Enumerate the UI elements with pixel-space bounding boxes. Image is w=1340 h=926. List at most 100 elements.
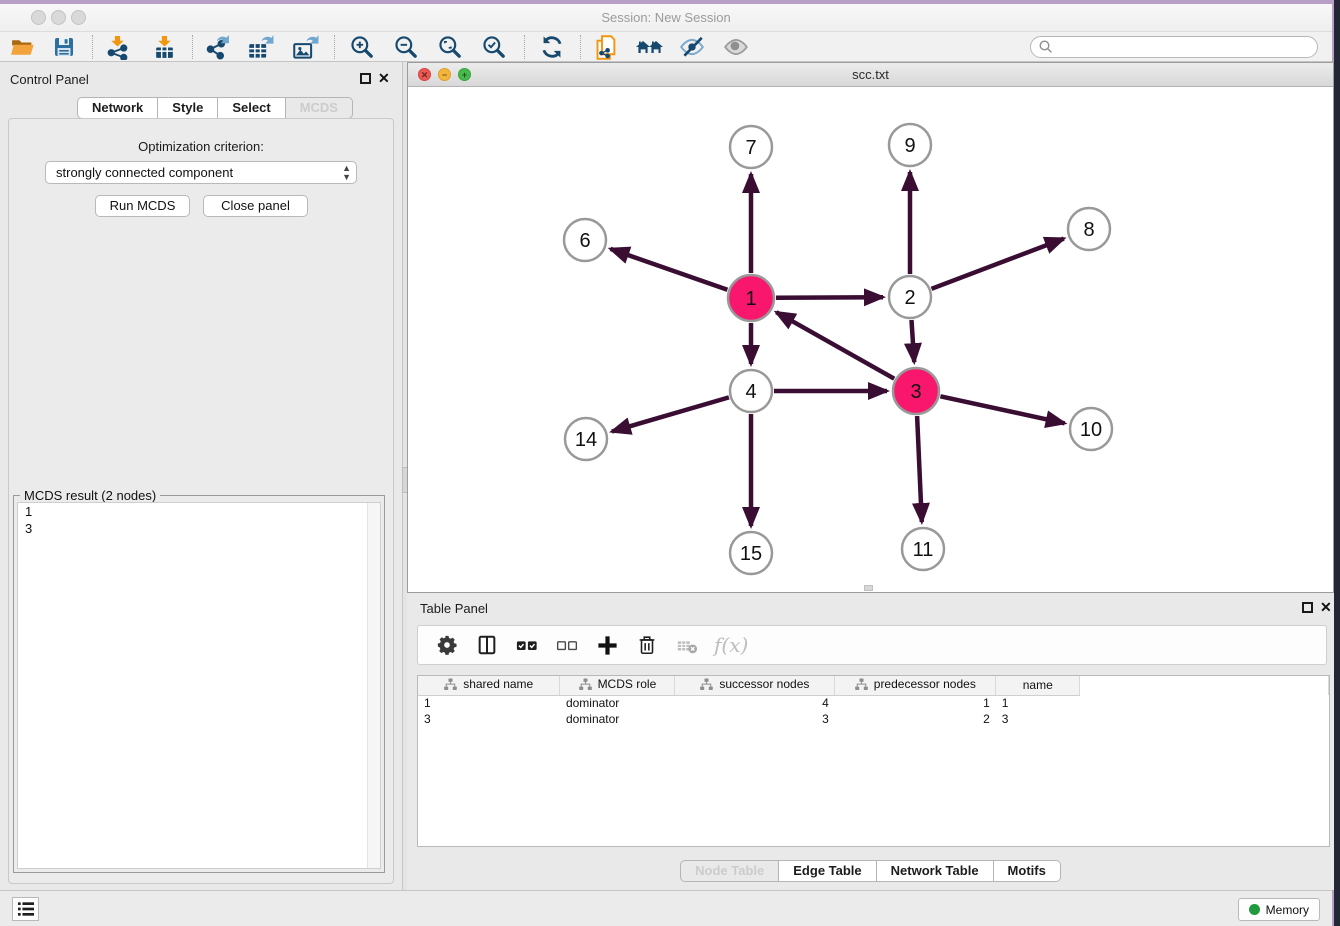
- titlebar: Session: New Session: [0, 4, 1332, 32]
- table-cell[interactable]: 4: [675, 695, 835, 711]
- table-close-icon[interactable]: ✕: [1320, 599, 1332, 616]
- node-6[interactable]: 6: [564, 219, 606, 261]
- import-network-button[interactable]: [103, 34, 131, 60]
- search-icon: [1038, 39, 1054, 55]
- table-row[interactable]: 1dominator411: [418, 695, 1329, 711]
- task-history-button[interactable]: [12, 897, 39, 921]
- export-table-button[interactable]: [246, 34, 274, 60]
- apply-layout-button[interactable]: [538, 34, 566, 60]
- table-row[interactable]: 3dominator323: [418, 711, 1329, 727]
- mcds-result-list[interactable]: 13: [17, 502, 381, 869]
- edge-4-14[interactable]: [612, 397, 729, 431]
- node-15[interactable]: 15: [730, 532, 772, 574]
- import-table-button[interactable]: [150, 34, 178, 60]
- table-cell[interactable]: 3: [418, 711, 560, 727]
- gear-icon: [436, 634, 458, 656]
- search-field[interactable]: [1030, 36, 1318, 58]
- delete-row-button[interactable]: [634, 632, 660, 658]
- search-input[interactable]: [1054, 40, 1317, 54]
- close-panel-button[interactable]: Close panel: [203, 195, 308, 217]
- column-header-name[interactable]: name: [996, 676, 1080, 695]
- tab-edge-table[interactable]: Edge Table: [779, 860, 876, 882]
- table-cell[interactable]: 3: [675, 711, 835, 727]
- edge-1-2[interactable]: [776, 297, 883, 298]
- node-14[interactable]: 14: [565, 418, 607, 460]
- node-10[interactable]: 10: [1070, 408, 1112, 450]
- hide-graphics-details-button[interactable]: [678, 34, 706, 60]
- svg-text:4: 4: [745, 381, 756, 403]
- open-folder-icon: [10, 35, 35, 60]
- node-table[interactable]: shared nameMCDS rolesuccessor nodesprede…: [417, 675, 1330, 847]
- plus-icon: [596, 634, 619, 657]
- node-1[interactable]: 1: [728, 275, 774, 321]
- edge-2-3[interactable]: [912, 320, 915, 362]
- select-all-button[interactable]: [514, 632, 540, 658]
- table-cell[interactable]: 3: [996, 711, 1080, 727]
- tab-mcds[interactable]: MCDS: [286, 97, 353, 119]
- tab-node-table[interactable]: Node Table: [680, 860, 779, 882]
- column-selector-button[interactable]: [474, 632, 500, 658]
- node-4[interactable]: 4: [730, 370, 772, 412]
- zoom-selected-icon: [481, 34, 507, 60]
- table-float-icon[interactable]: [1302, 602, 1313, 613]
- tab-network[interactable]: Network: [77, 97, 158, 119]
- column-header-MCDS-role[interactable]: MCDS role: [560, 676, 675, 695]
- column-header-predecessor-nodes[interactable]: predecessor nodes: [835, 676, 996, 695]
- tab-select[interactable]: Select: [218, 97, 285, 119]
- birdseye-view-button[interactable]: [722, 34, 750, 60]
- save-session-button[interactable]: [50, 34, 78, 60]
- network-canvas[interactable]: 7 9 6 8 1 2 4 3 14 10 15 11: [408, 87, 1333, 592]
- edge-3-1[interactable]: [776, 312, 894, 379]
- table-cell[interactable]: 1: [418, 695, 560, 711]
- zoom-fit-button[interactable]: [436, 34, 464, 60]
- criterion-value: strongly connected component: [56, 165, 233, 180]
- attribute-tree-icon: [579, 678, 592, 691]
- delete-table-button[interactable]: [674, 632, 700, 658]
- show-all-button[interactable]: [636, 34, 664, 60]
- node-11[interactable]: 11: [902, 528, 944, 570]
- close-panel-icon[interactable]: ✕: [378, 70, 390, 87]
- table-cell[interactable]: 1: [996, 695, 1080, 711]
- add-row-button[interactable]: [594, 632, 620, 658]
- export-image-button[interactable]: [291, 34, 319, 60]
- result-scrollbar[interactable]: [367, 503, 380, 868]
- node-9[interactable]: 9: [889, 124, 931, 166]
- node-8[interactable]: 8: [1068, 208, 1110, 250]
- tab-motifs[interactable]: Motifs: [994, 860, 1061, 882]
- node-3[interactable]: 3: [893, 368, 939, 414]
- zoom-selected-button[interactable]: [480, 34, 508, 60]
- table-cell[interactable]: 2: [835, 711, 996, 727]
- float-panel-icon[interactable]: [360, 73, 371, 84]
- export-network-button[interactable]: [203, 34, 231, 60]
- zoom-out-button[interactable]: [392, 34, 420, 60]
- function-builder-button[interactable]: f(x): [714, 632, 748, 658]
- tab-style[interactable]: Style: [158, 97, 218, 119]
- network-graph[interactable]: 7 9 6 8 1 2 4 3 14 10 15 11: [408, 87, 1333, 592]
- network-file-button[interactable]: [592, 34, 620, 60]
- node-2[interactable]: 2: [889, 276, 931, 318]
- control-panel-header: Control Panel ✕: [0, 62, 402, 96]
- run-mcds-button[interactable]: Run MCDS: [95, 195, 190, 217]
- table-cell[interactable]: 1: [835, 695, 996, 711]
- toolbar-separator: [524, 35, 525, 59]
- network-resize-grip[interactable]: [864, 585, 873, 591]
- zoom-in-button[interactable]: [348, 34, 376, 60]
- edge-3-11[interactable]: [917, 416, 922, 522]
- deselect-all-button[interactable]: [554, 632, 580, 658]
- node-7[interactable]: 7: [730, 126, 772, 168]
- edge-3-10[interactable]: [940, 396, 1064, 423]
- tab-network-table[interactable]: Network Table: [877, 860, 994, 882]
- open-session-button[interactable]: [8, 34, 36, 60]
- edge-2-8[interactable]: [932, 239, 1064, 289]
- svg-text:10: 10: [1080, 419, 1102, 441]
- column-header-successor-nodes[interactable]: successor nodes: [675, 676, 835, 695]
- edge-1-6[interactable]: [611, 249, 728, 290]
- memory-button[interactable]: Memory: [1238, 898, 1320, 921]
- table-cell[interactable]: dominator: [560, 695, 675, 711]
- criterion-select[interactable]: strongly connected component ▲▼: [45, 161, 357, 184]
- table-cell[interactable]: dominator: [560, 711, 675, 727]
- import-table-icon: [152, 35, 177, 60]
- svg-text:2: 2: [904, 287, 915, 309]
- column-header-shared-name[interactable]: shared name: [418, 676, 560, 695]
- table-settings-button[interactable]: [434, 632, 460, 658]
